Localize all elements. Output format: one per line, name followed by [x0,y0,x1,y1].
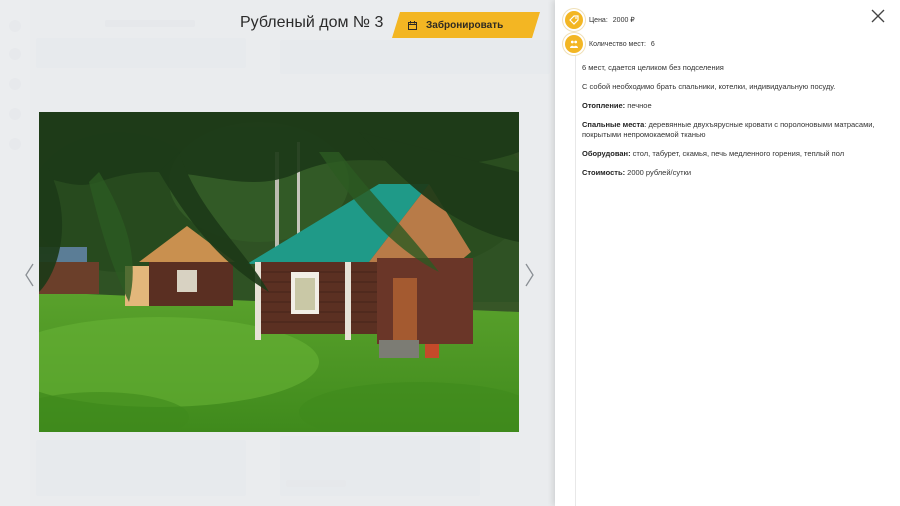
capacity-label: Количество мест: [589,40,646,48]
beds-label: Спальные места [582,120,645,129]
details-text: 6 мест, сдается целиком без подселения С… [582,63,882,187]
close-icon [870,9,886,27]
capacity-value: 6 [650,40,655,48]
people-icon [565,35,583,53]
price-label: Цена: [589,16,608,24]
cabin-photo [39,112,519,432]
capacity-row: Количество мест: 6 [565,35,655,53]
gallery-prev-button[interactable] [23,262,37,288]
bring-text: С собой необходимо брать спальники, коте… [582,82,836,91]
equipped-value: стол, табурет, скамья, печь медленного г… [630,149,845,158]
book-button-label: Забронировать [426,19,504,31]
cost-item: Стоимость: 2000 рублей/сутки [582,168,882,178]
beds-item: Спальные места: деревянные двухъярусные … [582,120,882,140]
page-title: Рубленый дом № 3 [240,14,384,31]
calendar-icon [408,18,417,33]
price-tag-icon [565,11,583,29]
heating-label: Отопление: [582,101,626,110]
summary-text: 6 мест, сдается целиком без подселения [582,63,724,72]
cost-label: Стоимость: [582,168,626,177]
price-value: 2000 ₽ [612,17,635,24]
chevron-right-icon [522,263,536,291]
book-button[interactable]: Забронировать [392,12,540,38]
heating-item: Отопление: печное [582,101,882,111]
heating-value: печное [625,101,652,110]
equipped-label: Оборудован: [582,149,631,158]
gallery-next-button[interactable] [522,262,536,288]
panel-divider [575,36,576,506]
equipped-item: Оборудован: стол, табурет, скамья, печь … [582,149,882,159]
chevron-left-icon [23,263,37,291]
close-button[interactable] [870,8,886,24]
cost-value: 2000 рублей/сутки [625,168,692,177]
price-row: Цена: 2000 ₽ [565,11,635,29]
